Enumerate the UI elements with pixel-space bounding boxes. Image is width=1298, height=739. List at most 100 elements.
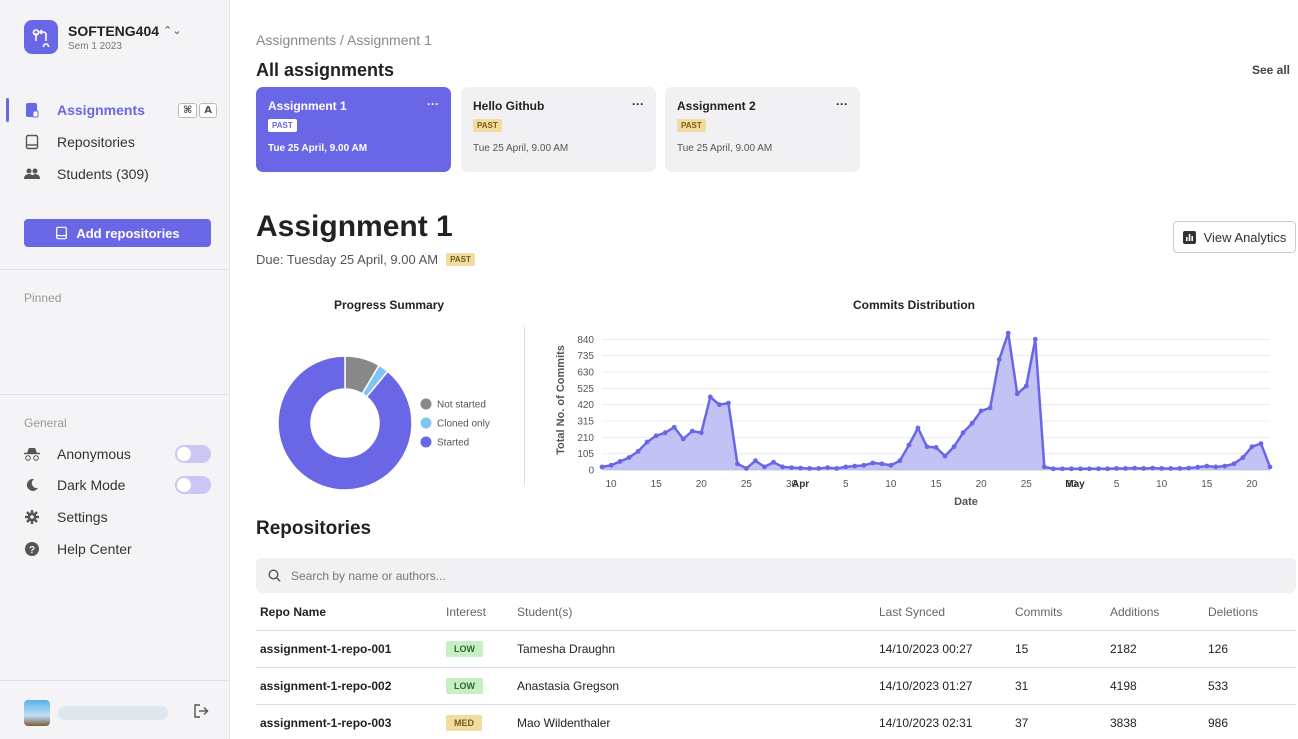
data-point[interactable]: [825, 465, 831, 471]
data-point[interactable]: [1014, 391, 1020, 397]
assignment-card[interactable]: Assignment 1 ··· PAST Tue 25 April, 9.00…: [256, 87, 451, 172]
data-point[interactable]: [960, 430, 966, 436]
data-point[interactable]: [762, 464, 767, 470]
data-point[interactable]: [1258, 441, 1264, 446]
data-point[interactable]: [707, 394, 713, 400]
data-point[interactable]: [753, 458, 758, 464]
data-point[interactable]: [671, 424, 677, 430]
column-header-interest[interactable]: Interest: [446, 594, 517, 631]
team-switcher[interactable]: SOFTENG404 ⌃⌄ Sem 1 2023: [24, 20, 181, 54]
data-point[interactable]: [951, 444, 957, 450]
data-point[interactable]: [1168, 466, 1174, 471]
see-all-link[interactable]: See all: [1252, 63, 1290, 77]
data-point[interactable]: [861, 462, 867, 468]
data-point[interactable]: [798, 465, 803, 471]
data-point[interactable]: [1005, 330, 1011, 336]
data-point[interactable]: [626, 455, 632, 460]
data-point[interactable]: [969, 420, 975, 426]
data-point[interactable]: [915, 425, 921, 431]
data-point[interactable]: [716, 402, 722, 408]
data-point[interactable]: [906, 442, 912, 448]
data-point[interactable]: [635, 448, 641, 454]
data-point[interactable]: [1032, 336, 1038, 342]
settings-link[interactable]: Settings: [24, 503, 211, 531]
search-input[interactable]: [291, 568, 1091, 583]
data-point[interactable]: [1023, 383, 1029, 389]
nav-item-assignments[interactable]: Assignments ⌘ A: [0, 94, 229, 126]
more-options-icon[interactable]: ···: [836, 97, 848, 111]
data-point[interactable]: [1240, 455, 1246, 460]
table-row[interactable]: assignment-1-repo-003 MED Mao Wildenthal…: [256, 704, 1296, 739]
data-point[interactable]: [1249, 444, 1255, 450]
nav-item-students[interactable]: Students (309): [0, 158, 229, 190]
data-point[interactable]: [599, 464, 605, 470]
column-header-last-synced[interactable]: Last Synced: [879, 594, 1015, 631]
data-point[interactable]: [653, 433, 659, 439]
data-point[interactable]: [1105, 466, 1110, 472]
column-header-deletions[interactable]: Deletions: [1208, 594, 1296, 631]
logout-icon[interactable]: [193, 703, 209, 724]
data-point[interactable]: [933, 445, 939, 450]
data-point[interactable]: [1078, 466, 1083, 472]
data-point[interactable]: [617, 459, 623, 464]
data-point[interactable]: [1096, 466, 1101, 472]
data-point[interactable]: [1222, 463, 1228, 469]
data-point[interactable]: [987, 405, 993, 411]
nav-item-repositories[interactable]: Repositories: [0, 126, 229, 158]
data-point[interactable]: [789, 465, 794, 471]
table-row[interactable]: assignment-1-repo-002 LOW Anastasia Greg…: [256, 667, 1296, 705]
data-point[interactable]: [1186, 465, 1192, 471]
add-repositories-button[interactable]: Add repositories: [24, 219, 211, 247]
data-point[interactable]: [780, 464, 785, 470]
data-point[interactable]: [1141, 466, 1147, 471]
dark-mode-toggle[interactable]: [175, 476, 211, 494]
column-header-students[interactable]: Student(s): [517, 594, 879, 631]
user-profile[interactable]: [24, 698, 211, 728]
data-point[interactable]: [1041, 464, 1047, 470]
data-point[interactable]: [807, 466, 813, 471]
data-point[interactable]: [843, 464, 849, 470]
data-point[interactable]: [924, 444, 930, 450]
table-row[interactable]: assignment-1-repo-001 LOW Tamesha Draugh…: [256, 630, 1296, 668]
data-point[interactable]: [1213, 464, 1219, 470]
data-point[interactable]: [852, 463, 858, 469]
data-point[interactable]: [942, 453, 948, 459]
data-point[interactable]: [879, 461, 885, 467]
data-point[interactable]: [771, 459, 776, 465]
data-point[interactable]: [897, 458, 903, 464]
data-point[interactable]: [608, 462, 614, 468]
data-point[interactable]: [1114, 466, 1119, 471]
data-point[interactable]: [816, 466, 822, 471]
data-point[interactable]: [870, 460, 876, 466]
pie-slice-started[interactable]: [277, 355, 413, 491]
more-options-icon[interactable]: ···: [427, 97, 439, 111]
column-header-repo-name[interactable]: Repo Name: [256, 594, 446, 631]
data-point[interactable]: [689, 428, 695, 434]
column-header-commits[interactable]: Commits: [1015, 594, 1110, 631]
data-point[interactable]: [1150, 465, 1156, 471]
data-point[interactable]: [888, 462, 894, 468]
help-center-link[interactable]: ? Help Center: [24, 535, 211, 563]
data-point[interactable]: [680, 436, 686, 442]
data-point[interactable]: [744, 466, 749, 471]
data-point[interactable]: [698, 430, 704, 436]
data-point[interactable]: [978, 408, 984, 414]
data-point[interactable]: [1204, 463, 1210, 469]
column-header-additions[interactable]: Additions: [1110, 594, 1208, 631]
data-point[interactable]: [834, 466, 840, 471]
anonymous-toggle[interactable]: [175, 445, 211, 463]
data-point[interactable]: [735, 461, 740, 467]
data-point[interactable]: [1050, 466, 1056, 472]
data-point[interactable]: [1267, 464, 1273, 470]
view-analytics-button[interactable]: View Analytics: [1173, 221, 1296, 253]
data-point[interactable]: [662, 430, 668, 436]
data-point[interactable]: [1087, 466, 1092, 472]
data-point[interactable]: [1069, 466, 1074, 472]
data-point[interactable]: [644, 439, 650, 445]
assignment-card[interactable]: Hello Github ··· PAST Tue 25 April, 9.00…: [461, 87, 656, 172]
data-point[interactable]: [1123, 466, 1128, 471]
data-point[interactable]: [1231, 461, 1237, 467]
assignment-card[interactable]: Assignment 2 ··· PAST Tue 25 April, 9.00…: [665, 87, 860, 172]
data-point[interactable]: [1059, 466, 1065, 472]
data-point[interactable]: [1195, 464, 1201, 470]
